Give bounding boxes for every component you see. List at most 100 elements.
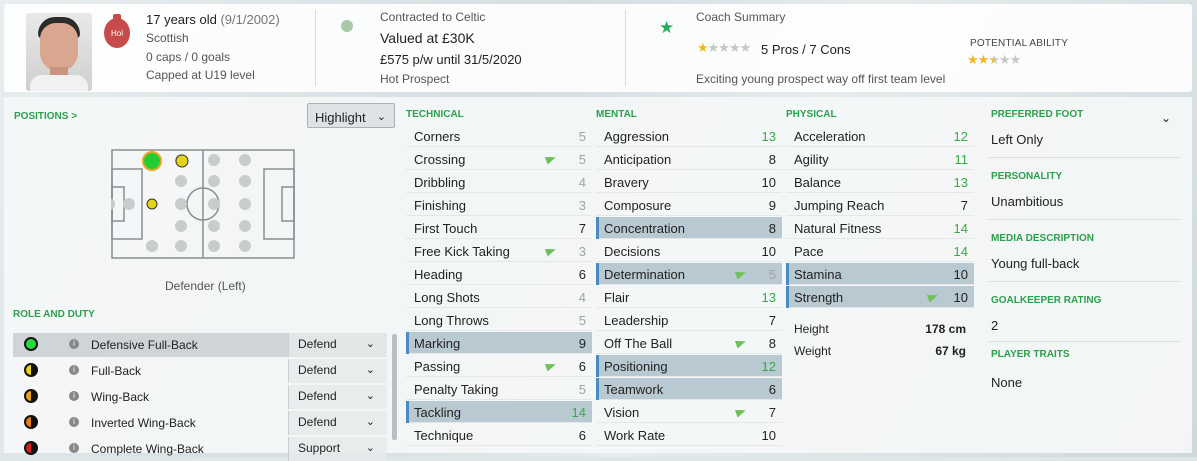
attribute-name: Acceleration xyxy=(794,129,866,144)
chevron-down-icon[interactable]: ⌄ xyxy=(1161,111,1171,125)
attribute-row[interactable]: Tackling 14 xyxy=(406,401,592,423)
attribute-row[interactable]: Finishing 3 xyxy=(406,194,592,216)
attribute-row[interactable]: Balance 13 xyxy=(786,171,974,193)
attribute-name: Balance xyxy=(794,175,841,190)
attribute-row[interactable]: Vision 7 xyxy=(596,401,782,423)
attribute-value: 6 xyxy=(578,267,586,282)
physical-title: PHYSICAL xyxy=(786,109,837,120)
attribute-row[interactable]: Long Throws 5 xyxy=(406,309,592,331)
attribute-row[interactable]: Free Kick Taking 3 xyxy=(406,240,592,262)
attribute-row[interactable]: Acceleration 12 xyxy=(786,125,974,147)
info-icon[interactable]: i xyxy=(69,417,79,427)
attribute-row[interactable]: Decisions 10 xyxy=(596,240,782,262)
attribute-name: Flair xyxy=(604,290,630,305)
goalkeeper-rating-value: 2 xyxy=(991,318,999,333)
chevron-down-icon: ⌄ xyxy=(376,111,386,123)
status-text: Hot Prospect xyxy=(380,72,450,86)
attribute-name: Dribbling xyxy=(414,175,466,190)
info-icon[interactable]: i xyxy=(69,339,79,349)
attribute-name: Heading xyxy=(414,267,463,282)
attribute-row[interactable]: Natural Fitness 14 xyxy=(786,217,974,239)
divider xyxy=(625,10,626,86)
duty-dropdown[interactable]: Defend ⌄ xyxy=(288,385,387,409)
highlight-dropdown[interactable]: Highlight ⌄ xyxy=(307,103,395,128)
duty-dropdown[interactable]: Defend ⌄ xyxy=(288,333,387,357)
trend-up-arrow-icon xyxy=(926,291,940,303)
attribute-row[interactable]: Composure 9 xyxy=(596,194,782,216)
role-suitability-icon xyxy=(24,415,38,429)
role-row[interactable]: i Wing-Back Defend ⌄ xyxy=(13,385,387,409)
attribute-row[interactable]: Anticipation 8 xyxy=(596,148,782,170)
attribute-row[interactable]: Concentration 8 xyxy=(596,217,782,239)
attribute-row[interactable]: Leadership 7 xyxy=(596,309,782,331)
club-crest-icon[interactable] xyxy=(341,20,353,32)
player-capped-at: Capped at U19 level xyxy=(146,68,255,82)
attribute-row[interactable]: Penalty Taking 5 xyxy=(406,378,592,400)
attribute-row[interactable]: Crossing 5 xyxy=(406,148,592,170)
role-row[interactable]: i Defensive Full-Back Defend ⌄ xyxy=(13,333,387,357)
attribute-value: 3 xyxy=(578,244,586,259)
attribute-name: Strength xyxy=(794,290,844,305)
attribute-row[interactable]: Bravery 10 xyxy=(596,171,782,193)
contract-text: Contracted to Celtic xyxy=(380,10,486,24)
attribute-row[interactable]: First Touch 7 xyxy=(406,217,592,239)
media-description-value: Young full-back xyxy=(991,256,1080,271)
attribute-row[interactable]: Pace 14 xyxy=(786,240,974,262)
attribute-row[interactable]: Positioning 12 xyxy=(596,355,782,377)
attribute-name: Anticipation xyxy=(604,152,672,167)
pros-cons[interactable]: 5 Pros / 7 Cons xyxy=(761,42,851,57)
attribute-name: Long Shots xyxy=(414,290,480,305)
duty-dropdown[interactable]: Defend ⌄ xyxy=(288,359,387,383)
attribute-row[interactable]: Flair 13 xyxy=(596,286,782,308)
attribute-name: Agility xyxy=(794,152,829,167)
attribute-row[interactable]: Work Rate 10 xyxy=(596,424,782,446)
attribute-row[interactable]: Jumping Reach 7 xyxy=(786,194,974,216)
attribute-value: 13 xyxy=(761,129,776,144)
trend-up-arrow-icon xyxy=(734,268,748,280)
attribute-row[interactable]: Technique 6 xyxy=(406,424,592,446)
chevron-down-icon: ⌄ xyxy=(365,390,375,402)
divider xyxy=(988,281,1181,282)
divider xyxy=(988,219,1181,220)
attribute-value: 4 xyxy=(578,290,586,305)
duty-dropdown[interactable]: Support ⌄ xyxy=(288,437,387,461)
role-suitability-icon xyxy=(24,441,38,455)
attribute-value: 7 xyxy=(578,221,586,236)
goalkeeper-rating-title: GOALKEEPER RATING xyxy=(991,295,1102,306)
height-label: Height xyxy=(794,322,829,336)
attribute-row[interactable]: Teamwork 6 xyxy=(596,378,782,400)
attribute-name: Concentration xyxy=(604,221,685,236)
info-icon[interactable]: i xyxy=(69,365,79,375)
attribute-row[interactable]: Aggression 13 xyxy=(596,125,782,147)
role-row[interactable]: i Inverted Wing-Back Defend ⌄ xyxy=(13,411,387,435)
attribute-row[interactable]: Off The Ball 8 xyxy=(596,332,782,354)
attribute-name: Vision xyxy=(604,405,640,420)
role-name: Inverted Wing-Back xyxy=(91,416,196,430)
info-icon[interactable]: i xyxy=(69,391,79,401)
attribute-row[interactable]: Corners 5 xyxy=(406,125,592,147)
preferred-foot-value: Left Only xyxy=(991,132,1044,147)
attribute-row[interactable]: Dribbling 4 xyxy=(406,171,592,193)
duty-label: Defend xyxy=(298,337,337,351)
duty-dropdown[interactable]: Defend ⌄ xyxy=(288,411,387,435)
attribute-row[interactable]: Passing 6 xyxy=(406,355,592,377)
role-row[interactable]: i Complete Wing-Back Support ⌄ xyxy=(13,437,387,461)
attribute-row[interactable]: Marking 9 xyxy=(406,332,592,354)
nation-badge-icon[interactable]: Hol xyxy=(104,14,130,48)
attribute-row[interactable]: Heading 6 xyxy=(406,263,592,285)
attribute-value: 6 xyxy=(578,428,586,443)
divider xyxy=(315,10,316,86)
info-icon[interactable]: i xyxy=(69,443,79,453)
role-row[interactable]: i Full-Back Defend ⌄ xyxy=(13,359,387,383)
role-list-scrollbar[interactable] xyxy=(392,334,397,440)
positions-link[interactable]: POSITIONS > xyxy=(14,111,77,122)
coach-rating-stars: ★★★★★ xyxy=(697,40,751,55)
attribute-name: Positioning xyxy=(604,359,668,374)
role-name: Complete Wing-Back xyxy=(91,442,204,456)
attribute-row[interactable]: Stamina 10 xyxy=(786,263,974,285)
attribute-row[interactable]: Strength 10 xyxy=(786,286,974,308)
trend-up-arrow-icon xyxy=(734,406,748,418)
attribute-row[interactable]: Determination 5 xyxy=(596,263,782,285)
attribute-row[interactable]: Long Shots 4 xyxy=(406,286,592,308)
attribute-row[interactable]: Agility 11 xyxy=(786,148,974,170)
